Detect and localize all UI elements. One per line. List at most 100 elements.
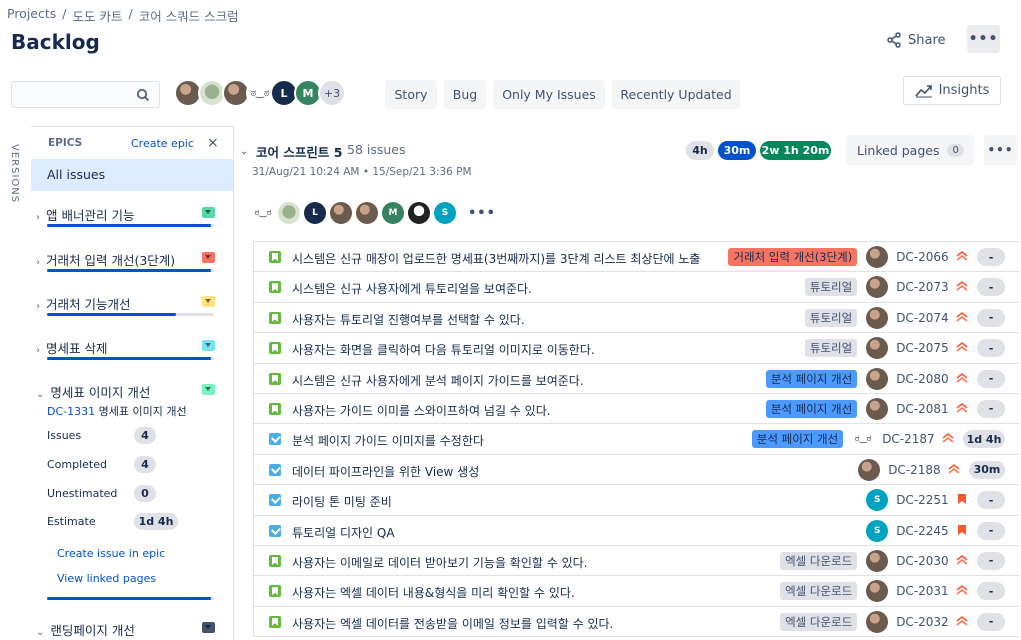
- epic-color-badge[interactable]: [202, 384, 215, 395]
- epic-color-badge[interactable]: [202, 207, 215, 218]
- issue-estimate[interactable]: -: [977, 369, 1005, 388]
- issue-row[interactable]: 분석 페이지 가이드 이미지를 수정한다 분석 페이지 개선 ಠ‿ಠ DC-2187 1…: [254, 424, 1019, 455]
- issue-row[interactable]: 시스템은 신규 매장이 업로드한 명세표(3번째까지)를 3단계 리스트 최상단…: [254, 242, 1019, 273]
- avatar[interactable]: [356, 202, 378, 224]
- view-linked-pages-link[interactable]: View linked pages: [57, 572, 156, 585]
- assignee-avatar[interactable]: S: [866, 519, 889, 542]
- epic-all-issues[interactable]: All issues: [31, 159, 233, 191]
- assignee-avatar[interactable]: [866, 549, 889, 572]
- issue-row[interactable]: 사용자는 화면을 클릭하여 다음 튜토리얼 이미지로 이동한다. 튜토리얼 DC-2…: [254, 333, 1019, 364]
- issue-epic-lozenge[interactable]: 튜토리얼: [804, 278, 858, 297]
- avatar[interactable]: [278, 202, 300, 224]
- issue-estimate[interactable]: -: [977, 612, 1005, 631]
- issue-key[interactable]: DC-2188: [888, 463, 941, 477]
- linked-pages-button[interactable]: Linked pages 0: [846, 135, 974, 165]
- more-avatars-icon[interactable]: •••: [468, 206, 496, 221]
- issue-key[interactable]: DC-2081: [896, 402, 949, 416]
- issue-estimate[interactable]: 1d 4h: [963, 430, 1005, 449]
- issue-estimate[interactable]: -: [977, 308, 1005, 327]
- issue-estimate[interactable]: -: [977, 339, 1005, 358]
- issue-row[interactable]: 사용자는 가이드 이미를 스와이프하여 넘길 수 있다. 분석 페이지 개선 DC-…: [254, 394, 1019, 425]
- avatar[interactable]: L: [304, 202, 326, 224]
- issue-row[interactable]: 사용자는 튜토리얼 진행여부를 선택할 수 있다. 튜토리얼 DC-2074 -: [254, 303, 1019, 334]
- issue-epic-lozenge[interactable]: 엑셀 다운로드: [780, 551, 858, 570]
- search-input[interactable]: [11, 81, 160, 108]
- issue-epic-lozenge[interactable]: 분석 페이지 개선: [765, 399, 858, 418]
- avatar[interactable]: [408, 202, 430, 224]
- assignee-avatar[interactable]: [866, 246, 889, 268]
- chevron-right-icon[interactable]: ›: [36, 212, 40, 223]
- issue-key[interactable]: DC-2030: [896, 554, 949, 568]
- breadcrumb-projects[interactable]: Projects: [7, 6, 56, 25]
- issue-epic-lozenge[interactable]: 튜토리얼: [804, 339, 858, 358]
- issue-epic-lozenge[interactable]: 엑셀 다운로드: [780, 612, 858, 631]
- issue-estimate[interactable]: -: [977, 491, 1005, 510]
- avatar[interactable]: S: [434, 202, 456, 224]
- epic-color-badge[interactable]: [202, 252, 215, 263]
- issue-key[interactable]: DC-2032: [896, 615, 949, 629]
- issue-estimate[interactable]: -: [977, 582, 1005, 601]
- assignee-avatar[interactable]: [866, 580, 889, 603]
- issue-key[interactable]: DC-2075: [896, 341, 949, 355]
- issue-estimate[interactable]: -: [977, 521, 1005, 540]
- issue-row[interactable]: 시스템은 신규 사용자에게 분석 페이지 가이드를 보여준다. 분석 페이지 개선…: [254, 364, 1019, 394]
- avatar[interactable]: M: [382, 202, 404, 224]
- epic-color-badge[interactable]: [202, 340, 215, 351]
- issue-key[interactable]: DC-2031: [896, 584, 949, 598]
- avatar[interactable]: ಠ‿ಠ: [252, 202, 274, 224]
- issue-estimate[interactable]: -: [977, 399, 1005, 418]
- filter-story[interactable]: Story: [385, 80, 437, 109]
- issue-row[interactable]: 사용자는 엑셀 데이터를 전송받을 이메일 정보를 입력할 수 있다. 엑셀 다운…: [254, 607, 1019, 638]
- issue-row[interactable]: 사용자는 이메일로 데이터 받아보기 기능을 확인할 수 있다. 엑셀 다운로드 D…: [254, 546, 1019, 577]
- issue-epic-lozenge[interactable]: 거래처 입력 개선(3단계): [728, 248, 858, 266]
- epic-issue-link[interactable]: DC-1331 명세표 이미지 개선: [47, 403, 187, 419]
- assignee-avatar[interactable]: [858, 458, 881, 481]
- issue-row[interactable]: 라이팅 톤 미팅 준비 S DC-2251 -: [254, 485, 1019, 516]
- issue-key[interactable]: DC-2074: [896, 311, 949, 325]
- close-icon[interactable]: ×: [207, 135, 219, 151]
- epic-key[interactable]: DC-1331: [47, 405, 95, 418]
- insights-button[interactable]: Insights: [903, 76, 1001, 105]
- breadcrumb-project[interactable]: 도도 카트: [73, 6, 123, 25]
- issue-row[interactable]: 시스템은 신규 사용자에게 튜토리얼을 보여준다. 튜토리얼 DC-2073 -: [254, 272, 1019, 303]
- assignee-avatar[interactable]: [866, 276, 889, 299]
- issue-epic-lozenge[interactable]: 분석 페이지 개선: [765, 369, 858, 388]
- chevron-down-icon[interactable]: ⌄: [36, 627, 44, 638]
- chevron-down-icon[interactable]: ⌄: [36, 389, 44, 400]
- issue-row[interactable]: 튜토리얼 디자인 QA S DC-2245 -: [254, 516, 1019, 546]
- issue-estimate[interactable]: 30m: [969, 460, 1005, 479]
- issue-key[interactable]: DC-2187: [882, 432, 935, 446]
- issue-key[interactable]: DC-2080: [896, 372, 949, 386]
- versions-panel-toggle[interactable]: VERSIONS: [9, 144, 20, 203]
- issue-key[interactable]: DC-2066: [896, 250, 949, 264]
- issue-key[interactable]: DC-2251: [896, 493, 949, 507]
- issue-epic-lozenge[interactable]: 튜토리얼: [804, 308, 858, 327]
- assignee-avatar[interactable]: [866, 610, 889, 633]
- create-epic-link[interactable]: Create epic: [131, 137, 194, 150]
- share-button[interactable]: Share: [886, 30, 946, 50]
- breadcrumb-board[interactable]: 코어 스쿼드 스크럼: [139, 6, 239, 25]
- avatar-more[interactable]: +3: [318, 79, 346, 107]
- epic-color-badge[interactable]: [202, 296, 215, 307]
- avatar[interactable]: [330, 202, 352, 224]
- filter-recently-updated[interactable]: Recently Updated: [612, 80, 740, 109]
- issue-row[interactable]: 데이터 파이프라인을 위한 View 생성 DC-2188 30m: [254, 455, 1019, 486]
- assignee-avatar[interactable]: S: [866, 489, 889, 512]
- issue-epic-lozenge[interactable]: 분석 페이지 개선: [751, 430, 844, 449]
- assignee-avatar[interactable]: [866, 306, 889, 329]
- issue-key[interactable]: DC-2073: [896, 280, 949, 294]
- issue-key[interactable]: DC-2245: [896, 524, 949, 538]
- issue-estimate[interactable]: -: [977, 551, 1005, 570]
- epic-color-badge[interactable]: [202, 622, 215, 633]
- chevron-right-icon[interactable]: ›: [36, 345, 40, 356]
- create-issue-in-epic-link[interactable]: Create issue in epic: [57, 547, 165, 560]
- chevron-down-icon[interactable]: ⌄: [240, 146, 248, 157]
- assignee-avatar[interactable]: [866, 337, 889, 360]
- filter-bug[interactable]: Bug: [444, 80, 486, 109]
- chevron-right-icon[interactable]: ›: [36, 301, 40, 312]
- assignee-avatar[interactable]: ಠ‿ಠ: [852, 428, 875, 451]
- issue-estimate[interactable]: -: [977, 278, 1005, 297]
- more-actions-button[interactable]: •••: [967, 25, 1000, 53]
- issue-epic-lozenge[interactable]: 엑셀 다운로드: [780, 582, 858, 601]
- sprint-more-button[interactable]: •••: [984, 135, 1017, 165]
